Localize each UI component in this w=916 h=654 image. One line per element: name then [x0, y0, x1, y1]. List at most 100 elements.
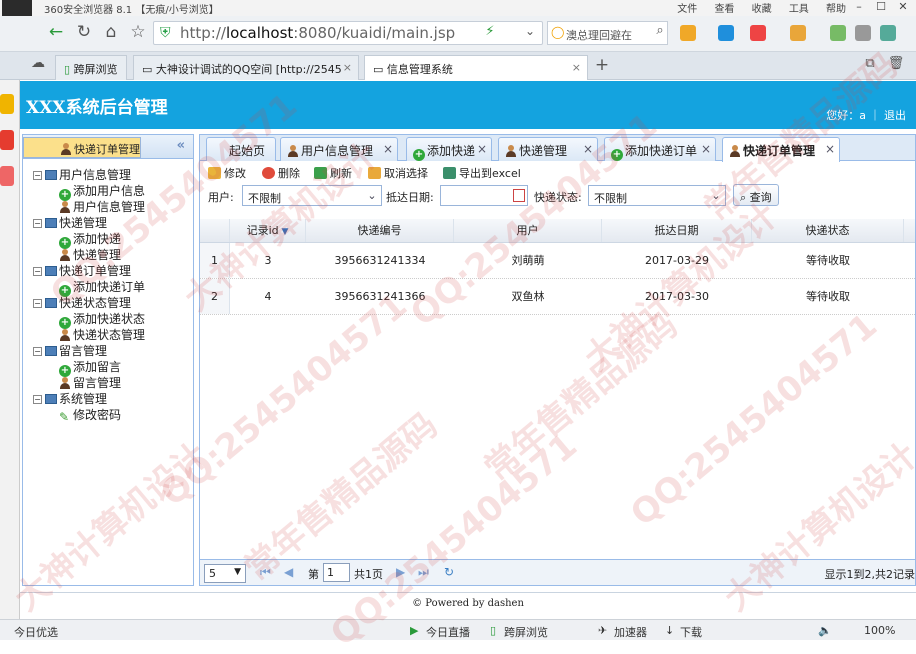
trash-icon[interactable]: 🗑 [886, 56, 906, 71]
export-excel-button[interactable]: 导出到excel [443, 165, 521, 181]
menu-favorites[interactable]: 收藏 [752, 4, 772, 15]
close-window-icon[interactable]: ✕ [892, 0, 914, 13]
collapse-toggle-icon[interactable]: − [33, 395, 42, 404]
unselect-button[interactable]: 取消选择 [368, 165, 428, 181]
status-daily-picks[interactable]: 今日优选 [14, 624, 58, 640]
maximize-icon[interactable]: ☐ [870, 0, 892, 13]
column-header-date[interactable]: 抵达日期 [602, 219, 752, 242]
column-header-code[interactable]: 快递编号 [306, 219, 454, 242]
nav-item[interactable]: + 添加快递 [23, 231, 193, 249]
close-tab-icon[interactable]: × [825, 142, 835, 156]
adblock-icon[interactable] [750, 25, 766, 41]
tools-icon[interactable] [790, 25, 806, 41]
collapse-toggle-icon[interactable]: − [33, 267, 42, 276]
apps-icon[interactable] [680, 25, 696, 41]
nav-group[interactable]: − 快递订单管理 [23, 263, 193, 279]
status-crossscreen[interactable]: 跨屏浏览 [504, 624, 548, 640]
query-button[interactable]: ⌕ 查询 [733, 184, 779, 206]
search-icon[interactable]: ⌕ [650, 23, 670, 38]
page-number-input[interactable]: 1 [323, 563, 350, 582]
refresh-button[interactable]: 刷新 [314, 165, 352, 181]
collapse-icon[interactable]: « [177, 138, 185, 153]
nav-item[interactable]: + 添加留言 [23, 359, 193, 377]
nav-group[interactable]: − 系统管理 [23, 391, 193, 407]
page-size-select[interactable]: 5 ▼ [204, 564, 246, 583]
nav-group[interactable]: − 快递管理 [23, 215, 193, 231]
browser-tab-active[interactable]: ▭ 信息管理系统 × [364, 55, 588, 80]
menu-tools[interactable]: 工具 [789, 4, 809, 15]
edit-button[interactable]: 修改 [208, 165, 246, 181]
nav-group[interactable]: − 用户信息管理 [23, 167, 193, 183]
speed-icon[interactable]: ⚡ [480, 24, 500, 39]
status-filter-select[interactable]: 不限制 ⌄ [588, 185, 726, 206]
translate-icon[interactable] [718, 25, 734, 41]
close-tab-icon[interactable]: × [572, 61, 581, 74]
last-page-icon[interactable]: ⏭ [418, 565, 429, 580]
close-tab-icon[interactable]: × [477, 142, 487, 156]
collapse-toggle-icon[interactable]: − [33, 171, 42, 180]
calendar-icon[interactable] [513, 189, 525, 202]
nav-item[interactable]: 留言管理 [23, 375, 193, 391]
content-tab[interactable]: + 添加快递订单 × [604, 137, 716, 161]
menu-view[interactable]: 查看 [714, 4, 734, 15]
close-tab-icon[interactable]: × [701, 142, 711, 156]
user-info-logout[interactable]: 您好：a ｜ 退出 [826, 107, 906, 123]
column-header-status[interactable]: 快递状态 [752, 219, 904, 242]
menu-icon[interactable] [855, 25, 871, 41]
user-center-icon[interactable] [880, 25, 896, 41]
status-live[interactable]: 今日直播 [426, 624, 470, 640]
nav-group[interactable]: − 快递状态管理 [23, 295, 193, 311]
column-header-user[interactable]: 用户 [454, 219, 602, 242]
zoom-level[interactable]: 100% [864, 624, 895, 637]
column-header-id[interactable]: 记录id ▼ [230, 219, 306, 242]
date-filter-input[interactable] [440, 185, 528, 206]
status-accelerator[interactable]: 加速器 [614, 624, 647, 640]
minimize-icon[interactable]: – [848, 0, 870, 13]
extension-icon[interactable] [830, 25, 846, 41]
nav-item[interactable]: 快递订单管理 [23, 137, 141, 158]
nav-item[interactable]: + 添加用户信息 [23, 183, 193, 201]
nav-group[interactable]: − 留言管理 [23, 343, 193, 359]
next-page-icon[interactable]: ▶ [396, 565, 405, 579]
browser-tab-qzone[interactable]: ▭ 大神设计调试的QQ空间 [http://2545 × [133, 55, 359, 80]
favorites-sidebar-icon[interactable] [0, 94, 14, 114]
close-tab-icon[interactable]: × [583, 142, 593, 156]
nav-item[interactable]: 用户信息管理 [23, 199, 193, 215]
nav-item[interactable]: ✎ 修改密码 [23, 407, 193, 423]
nav-item[interactable]: + 添加快递订单 [23, 279, 193, 297]
collapse-toggle-icon[interactable]: − [33, 347, 42, 356]
menu-file[interactable]: 文件 [677, 4, 697, 15]
table-row[interactable]: 1 3 3956631241334 刘萌萌 2017-03-29 等待收取 [200, 243, 915, 279]
nav-item[interactable]: 快递状态管理 [23, 327, 193, 343]
cloud-icon[interactable]: ☁ [28, 55, 48, 71]
delete-button[interactable]: 删除 [262, 165, 300, 181]
prev-page-icon[interactable]: ◀ [284, 565, 293, 579]
collapse-toggle-icon[interactable]: − [33, 219, 42, 228]
volume-icon[interactable]: 🔈 [818, 624, 832, 637]
close-tab-icon[interactable]: × [343, 61, 352, 74]
collapse-toggle-icon[interactable]: − [33, 299, 42, 308]
shopping-sidebar-icon[interactable] [0, 166, 14, 186]
content-tab[interactable]: 快递订单管理 × [722, 137, 840, 162]
content-tab[interactable]: 起始页 [206, 137, 276, 161]
content-tab[interactable]: 快递管理 × [498, 137, 598, 161]
browser-tab-crossscreen[interactable]: ▯ 跨屏浏览 [55, 55, 127, 80]
first-page-icon[interactable]: ⏮ [260, 565, 271, 580]
status-download[interactable]: 下载 [680, 624, 702, 640]
back-icon[interactable]: ← [46, 22, 66, 42]
restore-tab-icon[interactable]: ⧉ [860, 56, 880, 71]
reload-icon[interactable]: ↻ [74, 22, 94, 42]
user-filter-select[interactable]: 不限制 ⌄ [242, 185, 382, 206]
weibo-sidebar-icon[interactable] [0, 130, 14, 150]
home-icon[interactable]: ⌂ [101, 22, 121, 42]
table-row[interactable]: 2 4 3956631241366 双鱼林 2017-03-30 等待收取 [200, 279, 915, 315]
new-tab-button[interactable]: + [592, 55, 612, 75]
refresh-icon[interactable]: ↻ [444, 565, 454, 579]
nav-item[interactable]: + 添加快递状态 [23, 311, 193, 329]
menu-help[interactable]: 帮助 [826, 4, 846, 15]
nav-item[interactable]: 快递管理 [23, 247, 193, 263]
favorite-star-icon[interactable]: ☆ [128, 22, 148, 42]
dropdown-icon[interactable]: ⌄ [520, 24, 540, 38]
content-tab[interactable]: + 添加快递 × [406, 137, 492, 161]
content-tab[interactable]: 用户信息管理 × [280, 137, 398, 161]
